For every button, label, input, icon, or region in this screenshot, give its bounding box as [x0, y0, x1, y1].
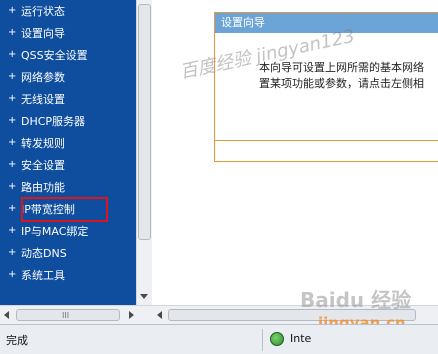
nav-item-label: 设置向导	[21, 27, 65, 40]
nav-item-setup-wizard[interactable]: + 设置向导	[8, 24, 65, 42]
plus-icon: +	[8, 5, 17, 16]
wizard-body: 本向导可设置上网所需的基本网络 置某项功能或参数，请点击左侧相	[215, 33, 438, 141]
plus-icon: +	[8, 181, 17, 192]
status-divider	[262, 329, 263, 351]
nav-item-label: 动态DNS	[21, 247, 67, 260]
scroll-thumb[interactable]	[168, 309, 416, 321]
wizard-footer	[215, 141, 438, 161]
plus-icon: +	[8, 159, 17, 170]
nav-item-dhcp[interactable]: + DHCP服务器	[8, 112, 85, 130]
nav-item-security[interactable]: + 安全设置	[8, 156, 65, 174]
wizard-title: 设置向导	[215, 13, 438, 33]
nav-item-label: IP与MAC绑定	[21, 225, 89, 238]
wizard-description-line1: 本向导可设置上网所需的基本网络	[259, 61, 424, 74]
plus-icon: +	[8, 71, 17, 82]
nav-item-routing[interactable]: + 路由功能	[8, 178, 65, 196]
nav-item-system-tools[interactable]: + 系统工具	[8, 266, 65, 284]
plus-icon: +	[8, 49, 17, 60]
nav-item-qss-security[interactable]: + QSS安全设置	[8, 46, 88, 64]
status-text: 完成	[6, 334, 28, 347]
plus-icon: +	[8, 203, 17, 214]
nav-item-wireless[interactable]: + 无线设置	[8, 90, 65, 108]
nav-item-network[interactable]: + 网络参数	[8, 68, 65, 86]
plus-icon: +	[8, 247, 17, 258]
right-content-frame: 设置向导 本向导可设置上网所需的基本网络 置某项功能或参数，请点击左侧相	[152, 0, 438, 324]
nav-item-status[interactable]: + 运行状态	[8, 2, 65, 20]
scroll-thumb[interactable]	[138, 4, 151, 240]
left-horizontal-scrollbar[interactable]: III	[0, 305, 152, 324]
plus-icon: +	[8, 269, 17, 280]
right-horizontal-scrollbar[interactable]	[152, 305, 438, 324]
nav-item-label: 路由功能	[21, 181, 65, 194]
nav-item-ip-mac-binding[interactable]: + IP与MAC绑定	[8, 222, 88, 240]
nav-item-label: 运行状态	[21, 5, 65, 18]
internet-zone-icon	[270, 332, 284, 346]
wizard-description-line2: 置某项功能或参数，请点击左侧相	[259, 77, 424, 90]
plus-icon: +	[8, 115, 17, 126]
nav-item-label: 网络参数	[21, 71, 65, 84]
nav-item-label: DHCP服务器	[21, 115, 86, 128]
scroll-right-icon[interactable]	[129, 311, 134, 319]
plus-icon: +	[8, 27, 17, 38]
zone-label: Inte	[290, 332, 312, 345]
nav-menu: + 运行状态 + 设置向导 + QSS安全设置 + 网络参数 + 无线设置 + …	[0, 0, 136, 305]
setup-wizard-panel: 设置向导 本向导可设置上网所需的基本网络 置某项功能或参数，请点击左侧相	[214, 12, 438, 162]
scroll-left-icon[interactable]	[157, 311, 162, 319]
nav-item-label: 无线设置	[21, 93, 65, 106]
scroll-left-icon[interactable]	[4, 311, 9, 319]
nav-item-forwarding[interactable]: + 转发规则	[8, 134, 65, 152]
status-bar: 完成 Inte	[0, 324, 438, 354]
highlight-box	[21, 197, 108, 222]
plus-icon: +	[8, 93, 17, 104]
left-vertical-scrollbar[interactable]	[136, 0, 152, 305]
left-navigation-frame: + 运行状态 + 设置向导 + QSS安全设置 + 网络参数 + 无线设置 + …	[0, 0, 152, 324]
plus-icon: +	[8, 137, 17, 148]
scroll-down-icon[interactable]	[140, 294, 148, 299]
nav-item-ddns[interactable]: + 动态DNS	[8, 244, 67, 262]
plus-icon: +	[8, 225, 17, 236]
nav-item-label: 安全设置	[21, 159, 65, 172]
nav-item-label: QSS安全设置	[21, 49, 88, 62]
nav-item-label: 转发规则	[21, 137, 65, 150]
nav-item-label: 系统工具	[21, 269, 65, 282]
scroll-grip-icon: III	[62, 311, 70, 320]
